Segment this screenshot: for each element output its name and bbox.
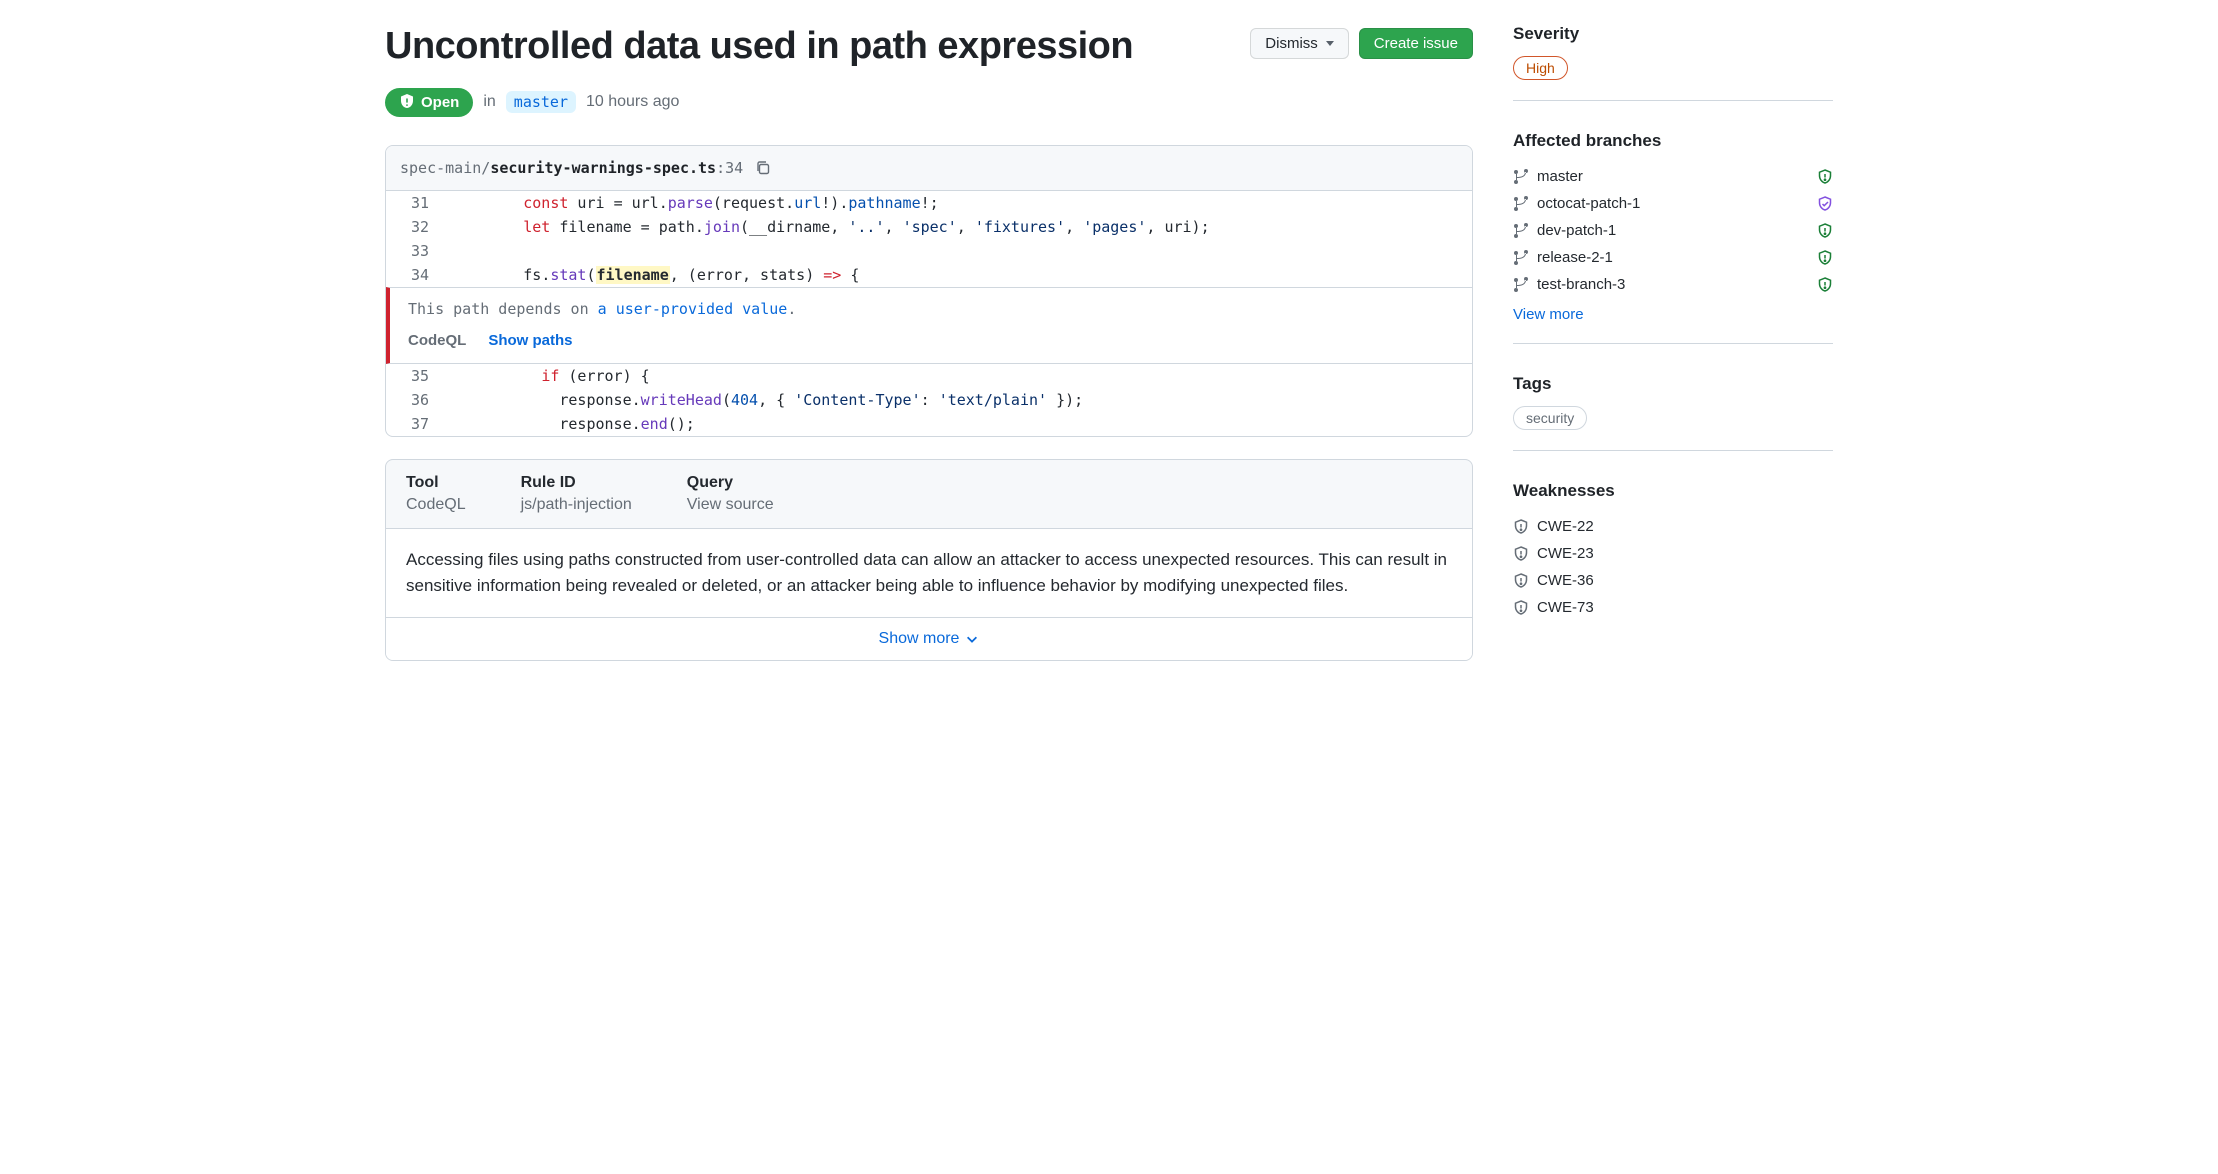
weakness-item[interactable]: CWE-73 — [1513, 594, 1833, 621]
show-more-button[interactable]: Show more — [879, 630, 980, 648]
branch-item[interactable]: test-branch-3 — [1513, 271, 1833, 298]
severity-pill: High — [1513, 56, 1568, 80]
rule-description: Accessing files using paths constructed … — [386, 529, 1472, 619]
copy-icon — [755, 160, 771, 176]
weakness-item[interactable]: CWE-22 — [1513, 513, 1833, 540]
file-path[interactable]: spec-main/security-warnings-spec.ts:34 — [400, 159, 743, 177]
weakness-item[interactable]: CWE-36 — [1513, 567, 1833, 594]
status-badge: Open — [385, 88, 473, 117]
annotation-message: This path depends on a user-provided val… — [408, 300, 1454, 318]
tag-pill[interactable]: security — [1513, 406, 1587, 430]
weakness-name: CWE-22 — [1537, 518, 1594, 535]
shield-icon — [1513, 546, 1529, 562]
caret-down-icon — [1326, 41, 1334, 46]
line-number: 33 — [386, 239, 441, 263]
severity-section: Severity High — [1513, 24, 1833, 101]
branch-name: release-2-1 — [1537, 249, 1613, 266]
branch-item[interactable]: release-2-1 — [1513, 244, 1833, 271]
code-table-bottom: 35 if (error) {36 response.writeHead(404… — [386, 364, 1472, 436]
code-line: fs.stat(filename, (error, stats) => { — [441, 263, 1472, 287]
code-line: response.writeHead(404, { 'Content-Type'… — [441, 388, 1472, 412]
line-number: 31 — [386, 191, 441, 215]
branch-name: master — [1537, 168, 1583, 185]
weaknesses-section: Weaknesses CWE-22CWE-23CWE-36CWE-73 — [1513, 481, 1833, 621]
branch-item[interactable]: master — [1513, 163, 1833, 190]
status-row: Open in master 10 hours ago — [385, 88, 1473, 117]
alert-title: Uncontrolled data used in path expressio… — [385, 24, 1133, 70]
code-line: let filename = path.join(__dirname, '..'… — [441, 215, 1472, 239]
code-line: const uri = url.parse(request.url!).path… — [441, 191, 1472, 215]
branch-name: dev-patch-1 — [1537, 222, 1616, 239]
git-branch-icon — [1513, 250, 1529, 266]
shield-alert-icon — [1817, 277, 1833, 293]
weakness-name: CWE-23 — [1537, 545, 1594, 562]
chevron-down-icon — [965, 632, 979, 646]
line-number: 37 — [386, 412, 441, 436]
show-paths-link[interactable]: Show paths — [488, 332, 572, 349]
line-number: 32 — [386, 215, 441, 239]
shield-alert-icon — [1817, 223, 1833, 239]
branch-item[interactable]: dev-patch-1 — [1513, 217, 1833, 244]
shield-check-icon — [1817, 196, 1833, 212]
code-line: if (error) { — [441, 364, 1472, 388]
weakness-name: CWE-36 — [1537, 572, 1594, 589]
annotation-tool: CodeQL — [408, 332, 466, 349]
git-branch-icon — [1513, 196, 1529, 212]
user-provided-value-link[interactable]: a user-provided value — [598, 300, 788, 318]
branch-name: test-branch-3 — [1537, 276, 1625, 293]
branch-chip[interactable]: master — [506, 91, 576, 113]
shield-icon — [1513, 573, 1529, 589]
line-number: 36 — [386, 388, 441, 412]
code-line: response.end(); — [441, 412, 1472, 436]
git-branch-icon — [1513, 277, 1529, 293]
shield-icon — [1513, 519, 1529, 535]
git-branch-icon — [1513, 169, 1529, 185]
info-query: Query View source — [687, 474, 774, 514]
shield-alert-icon — [1817, 250, 1833, 266]
dismiss-label: Dismiss — [1265, 35, 1318, 52]
info-rule: Rule ID js/path-injection — [521, 474, 632, 514]
git-branch-icon — [1513, 223, 1529, 239]
branch-name: octocat-patch-1 — [1537, 195, 1640, 212]
info-panel: Tool CodeQL Rule ID js/path-injection Qu… — [385, 459, 1473, 662]
shield-alert-icon — [1817, 169, 1833, 185]
code-table: 31 const uri = url.parse(request.url!).p… — [386, 191, 1472, 287]
shield-icon — [1513, 600, 1529, 616]
tags-section: Tags security — [1513, 374, 1833, 451]
status-time: 10 hours ago — [586, 93, 679, 111]
create-issue-label: Create issue — [1374, 35, 1458, 52]
weakness-name: CWE-73 — [1537, 599, 1594, 616]
view-source-link[interactable]: View source — [687, 496, 774, 514]
status-text: Open — [421, 94, 459, 111]
code-line — [441, 239, 1472, 263]
code-panel: spec-main/security-warnings-spec.ts:34 3… — [385, 145, 1473, 437]
line-number: 34 — [386, 263, 441, 287]
create-issue-button[interactable]: Create issue — [1359, 28, 1473, 59]
affected-branches-section: Affected branches masteroctocat-patch-1d… — [1513, 131, 1833, 344]
annotation-block: This path depends on a user-provided val… — [386, 287, 1472, 364]
copy-path-button[interactable] — [753, 158, 773, 178]
line-number: 35 — [386, 364, 441, 388]
branch-item[interactable]: octocat-patch-1 — [1513, 190, 1833, 217]
info-tool: Tool CodeQL — [406, 474, 466, 514]
view-more-branches[interactable]: View more — [1513, 306, 1584, 323]
alert-shield-icon — [399, 94, 415, 110]
weakness-item[interactable]: CWE-23 — [1513, 540, 1833, 567]
dismiss-button[interactable]: Dismiss — [1250, 28, 1349, 59]
status-in: in — [483, 93, 495, 111]
